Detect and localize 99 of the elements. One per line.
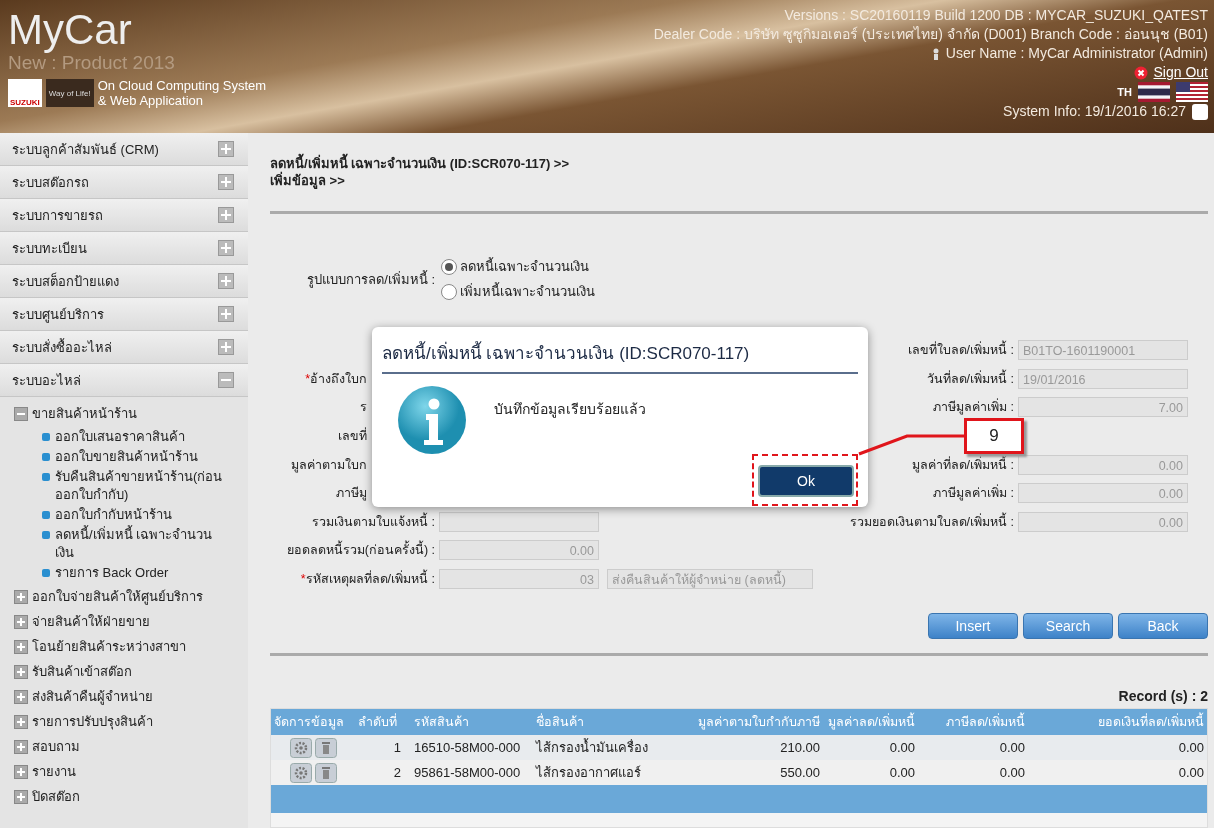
table-cell-text: 95861-58M00-000 [413,765,522,781]
breadcrumb: เพิ่มข้อมูล >> [270,172,346,189]
sidebar-section[interactable]: ระบบอะไหล่ [0,364,248,397]
tree-item[interactable]: ขายสินค้าหน้าร้าน [14,401,248,426]
field-label: รวมยอดเงินตามใบลด/เพิ่มหนี้ : [849,511,1014,531]
tagline: & Web Application [97,93,204,108]
input-field[interactable] [439,511,599,532]
flag-icon[interactable] [1138,82,1170,102]
column-header: มูลค่าลด/เพิ่มหนี้ [823,712,918,733]
table-cell-text: ไส้กรองอากาศแอร์ [534,764,642,783]
field-label: ภาษีมูลค่าเพิ่ม : [933,483,1014,503]
tree-subitem[interactable]: รายการ Back Order [14,564,232,582]
tree-item[interactable]: สอบถาม [14,734,248,759]
table-cell-text: ไส้กรองน้ำมันเครื่อง [534,737,649,758]
table-cell-text: 16510-58M00-000 [413,740,522,756]
field-label: รวมเงินตามใบแจ้งหนี้ : [311,511,435,531]
column-header: มูลค่าตามใบกำกับภาษี [697,714,821,732]
sign-out-link[interactable]: Sign Out [1153,63,1208,82]
trash-icon[interactable] [314,737,337,758]
info-icon [396,384,468,456]
column-header: จัดการข้อมูล [273,714,345,732]
language-label: TH [1117,84,1132,100]
tree-subitem[interactable]: รับคืนสินค้าขายหน้าร้าน(ก่อน ออกใบกำกับ) [14,468,232,504]
field-label: มูลค่าตามใบก [290,456,368,475]
tagline: On Cloud Computing System [97,78,267,93]
dialog-message: บันทึกข้อมูลเรียบร้อยแล้ว [494,400,646,420]
field-label: มูลค่าที่ลด/เพิ่มหนี้ : [911,454,1014,475]
tree-subitem[interactable]: ลดหนี้/เพิ่มหนี้ เฉพาะจำนวน เงิน [14,526,232,562]
version-info: Versions : SC20160119 Build 1200 DB : MYCAR_SUZUKI_QATEST [784,6,1208,25]
table-cell-text: 0.00 [998,765,1026,781]
bullet-icon [42,511,50,519]
sidebar-section[interactable]: ระบบสต๊อกรถ [0,166,248,199]
bullet-icon [42,569,50,577]
gear-icon[interactable] [289,762,312,783]
user-info: User Name : MyCar Administrator (Admin) [945,44,1208,63]
system-info: System Info: 19/1/2016 16:27 [1003,102,1186,121]
flag-icon[interactable] [1176,82,1208,102]
tree-item[interactable]: รายงาน [14,759,248,784]
field-label: วันที่ลด/เพิ่มหนี้ : [926,368,1014,388]
sidebar-section[interactable]: ระบบทะเบียน [0,232,248,265]
product-text: New : Product 2013 [8,52,176,74]
radio-option[interactable]: ลดหนี้เฉพาะจำนวนเงิน [441,256,595,277]
trash-icon[interactable] [314,762,337,783]
tree-subitem[interactable]: ออกใบกำกับหน้าร้าน [14,506,232,524]
tree-subitem[interactable]: ออกใบเสนอราคาสินค้า [14,428,232,446]
bullet-icon [42,531,50,539]
tree-subitem[interactable]: ออกใบขายสินค้าหน้าร้าน [14,448,232,466]
bullet-icon [42,433,50,441]
table-cell-text: 2 [392,765,402,781]
table-cell-text: 0.00 [1177,740,1205,756]
slogan-badge: Way of Life! [45,79,94,107]
column-header: ลำดับที่ [357,712,398,732]
dealer-info: Dealer Code : บริษัท ซูซูกิมอเตอร์ (ประเทศไทย) จำกัด (D001) Branch Code : อ่อนนุช (B01) [653,25,1208,44]
step-number: 9 [964,418,1024,454]
table-cell-text: 550.00 [779,765,821,781]
field-label: ภาษีมูลค่าเพิ่ม : [933,397,1014,417]
tree-item[interactable]: จ่ายสินค้าให้ฝ่ายขาย [14,609,248,634]
field-label: ยอดลดหนี้รวม(ก่อนครั้งนี้) : [270,540,435,561]
table-cell-text: 0.00 [888,740,916,756]
sidebar-section[interactable]: ระบบสั่งซื้ออะไหล่ [0,331,248,364]
field-label: ภาษีมู [335,485,368,503]
table-cell-text: 210.00 [779,740,821,756]
tree-item[interactable]: ปิดสต๊อก [14,784,248,809]
radio-option[interactable]: เพิ่มหนี้เฉพาะจำนวนเงิน [441,281,595,302]
column-header: รหัสสินค้า [413,714,470,732]
field-label: *รหัสเหตุผลที่ลด/เพิ่มหนี้ : [270,569,435,590]
column-header: ชื่อสินค้า [535,712,585,732]
table-cell-text: 1 [392,740,402,756]
record-count: Record (s) : 2 [1117,688,1208,705]
tree-item[interactable]: ส่งสินค้าคืนผู้จำหน่าย [14,684,248,709]
sidebar-section[interactable]: ระบบศูนย์บริการ [0,298,248,331]
sidebar-section[interactable]: ระบบสต็อกป้ายแดง [0,265,248,298]
field-label: ร [359,399,368,417]
breadcrumb: ลดหนี้/เพิ่มหนี้ เฉพาะจำนวนเงิน (ID:SCR070-117) >> [270,155,1208,172]
field-label: รูปแบบการลด/เพิ่มหนี้ : [306,269,435,290]
tree-item[interactable]: รับสินค้าเข้าสต๊อก [14,659,248,684]
gear-icon[interactable] [289,737,312,758]
column-header: ภาษีลด/เพิ่มหนี้ [918,712,1028,733]
tree-item[interactable]: ออกใบจ่ายสินค้าให้ศูนย์บริการ [14,584,248,609]
sidebar-section[interactable]: ระบบลูกค้าสัมพันธ์ (CRM) [0,133,248,166]
table-cell-text: 0.00 [998,740,1026,756]
person-icon [931,47,940,60]
table-cell-text: 0.00 [888,765,916,781]
logo-text: MyCar [8,8,133,52]
brand-badge: SUZUKI [8,79,42,107]
close-icon [1133,65,1148,80]
ok-button[interactable]: Ok [758,465,854,497]
field-label: *อ้างถึงใบก [304,370,368,388]
field-label: เลขที่ [337,426,368,446]
tree-item[interactable]: รายการปรับปรุงสินค้า [14,709,248,734]
tree-item[interactable]: โอนย้ายสินค้าระหว่างสาขา [14,634,248,659]
bullet-icon [42,453,50,461]
checkbox[interactable] [1192,103,1208,120]
column-header: ยอดเงินที่ลด/เพิ่มหนี้ [1028,712,1207,733]
bullet-icon [42,473,50,481]
sidebar-section[interactable]: ระบบการขายรถ [0,199,248,232]
field-label: เลขที่ใบลด/เพิ่มหนี้ : [907,340,1014,361]
table-cell-text: 0.00 [1177,765,1205,781]
dialog-title: ลดหนี้/เพิ่มหนี้ เฉพาะจำนวนเงิน (ID:SCR070-117) [382,339,858,374]
